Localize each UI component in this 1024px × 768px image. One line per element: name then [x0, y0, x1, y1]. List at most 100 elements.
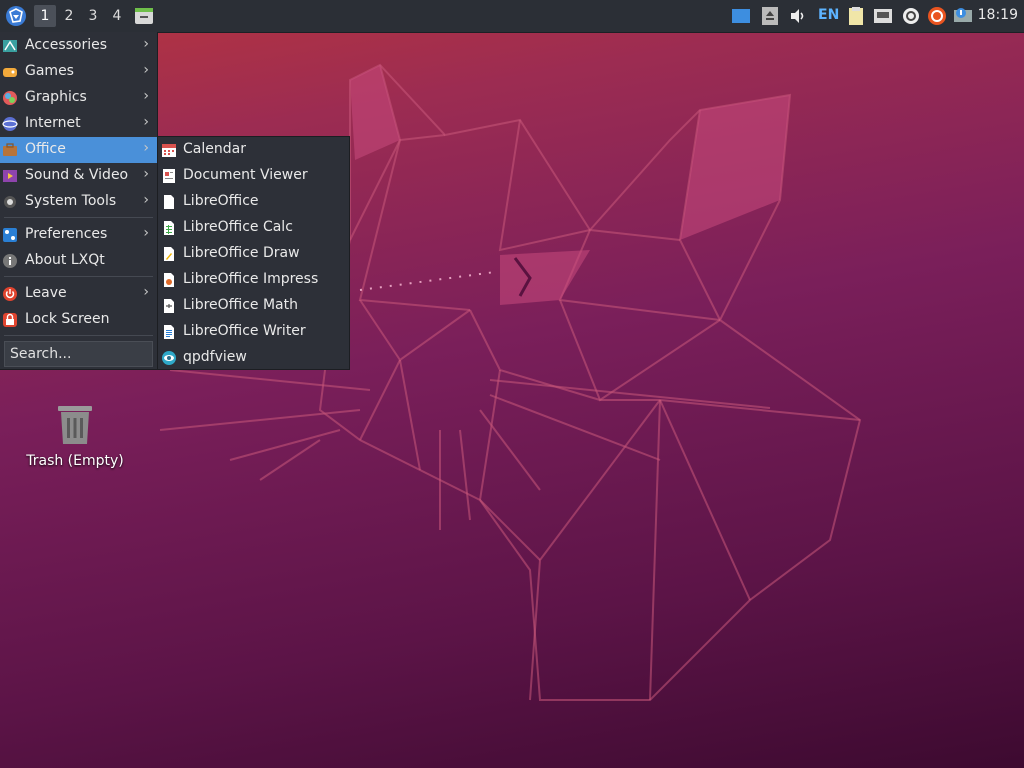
tray-screen-button[interactable]	[731, 6, 751, 26]
menu-search-input[interactable]	[5, 342, 152, 366]
calc-icon	[164, 221, 174, 235]
menu-item-label: Games	[25, 63, 74, 79]
submenu-item-label: Calendar	[183, 141, 246, 157]
menu-item-label: Lock Screen	[25, 311, 110, 327]
application-menu: Accessories › Games › Graphics › Interne…	[0, 32, 158, 370]
document-viewer-icon	[163, 169, 175, 183]
trash-icon	[58, 406, 92, 444]
workspace-2-button[interactable]: 2	[58, 5, 80, 27]
menu-item-label: Preferences	[25, 226, 108, 242]
workspace-3-button[interactable]: 3	[82, 5, 104, 27]
lxqt-logo-icon	[6, 6, 26, 26]
menu-item-preferences[interactable]: Preferences ›	[0, 222, 157, 248]
menu-item-leave[interactable]: Leave ›	[0, 281, 157, 307]
menu-item-accessories[interactable]: Accessories ›	[0, 33, 157, 59]
submenu-item-qpdfview[interactable]: qpdfview	[158, 345, 349, 371]
submenu-item-label: Document Viewer	[183, 167, 308, 183]
top-panel: 1 2 3 4 EN 18:19	[0, 0, 1024, 33]
keyboard-layout-indicator[interactable]: EN	[818, 7, 839, 23]
submenu-item-label: qpdfview	[183, 349, 247, 365]
submenu-item-label: LibreOffice Calc	[183, 219, 293, 235]
menu-separator	[4, 276, 153, 277]
submenu-item-document-viewer[interactable]: Document Viewer	[158, 163, 349, 189]
chevron-right-icon: ›	[143, 114, 149, 130]
submenu-item-libreoffice[interactable]: LibreOffice	[158, 189, 349, 215]
submenu-item-libreoffice-calc[interactable]: LibreOffice Calc	[158, 215, 349, 241]
tray-update-button[interactable]	[901, 6, 921, 26]
submenu-item-label: LibreOffice Writer	[183, 323, 306, 339]
menu-item-label: Leave	[25, 285, 67, 301]
tray-eject-button[interactable]	[760, 6, 780, 26]
menu-item-label: About LXQt	[25, 252, 105, 268]
chevron-right-icon: ›	[143, 36, 149, 52]
internet-icon	[2, 117, 18, 131]
menu-item-lock-screen[interactable]: Lock Screen	[0, 307, 157, 333]
graphics-icon	[3, 91, 17, 105]
power-icon	[3, 287, 17, 301]
sound-video-icon	[3, 170, 17, 182]
menu-item-about-lxqt[interactable]: About LXQt	[0, 248, 157, 274]
menu-item-label: Accessories	[25, 37, 108, 53]
submenu-item-libreoffice-impress[interactable]: LibreOffice Impress	[158, 267, 349, 293]
preferences-icon	[3, 228, 17, 242]
accessories-icon	[3, 40, 17, 52]
office-icon	[3, 143, 17, 156]
application-menu-button[interactable]	[5, 5, 27, 27]
info-bubble-icon	[954, 8, 972, 22]
info-icon	[3, 254, 17, 268]
menu-item-games[interactable]: Games ›	[0, 59, 157, 85]
menu-item-label: Graphics	[25, 89, 87, 105]
lock-icon	[3, 313, 17, 327]
show-desktop-button[interactable]	[133, 5, 155, 27]
menu-separator	[4, 217, 153, 218]
tray-info-button[interactable]	[953, 6, 973, 26]
submenu-item-label: LibreOffice Math	[183, 297, 298, 313]
submenu-item-label: LibreOffice Draw	[183, 245, 300, 261]
writer-icon	[164, 325, 174, 339]
screen-icon	[732, 9, 750, 23]
menu-item-graphics[interactable]: Graphics ›	[0, 85, 157, 111]
submenu-item-libreoffice-math[interactable]: LibreOffice Math	[158, 293, 349, 319]
chevron-right-icon: ›	[143, 192, 149, 208]
tray-volume-button[interactable]	[788, 6, 808, 26]
menu-separator	[4, 335, 153, 336]
submenu-item-libreoffice-writer[interactable]: LibreOffice Writer	[158, 319, 349, 345]
network-icon	[874, 9, 892, 23]
submenu-item-libreoffice-draw[interactable]: LibreOffice Draw	[158, 241, 349, 267]
panel-clock[interactable]: 18:19	[978, 7, 1018, 23]
desktop-trash[interactable]: Trash (Empty)	[25, 402, 125, 472]
tray-network-button[interactable]	[873, 6, 893, 26]
games-icon	[3, 68, 17, 77]
submenu-item-calendar[interactable]: Calendar	[158, 137, 349, 163]
chevron-right-icon: ›	[143, 166, 149, 182]
calendar-icon	[162, 144, 176, 157]
menu-item-label: System Tools	[25, 193, 117, 209]
system-tools-icon	[4, 196, 16, 208]
menu-item-office[interactable]: Office ›	[0, 137, 157, 163]
workspace-4-button[interactable]: 4	[106, 5, 128, 27]
menu-item-label: Sound & Video	[25, 167, 129, 183]
ubuntu-icon	[928, 7, 946, 25]
qpdfview-icon	[162, 351, 176, 365]
chevron-right-icon: ›	[143, 225, 149, 241]
menu-item-label: Office	[25, 141, 66, 157]
desktop-icon	[135, 8, 153, 24]
math-icon	[164, 299, 174, 313]
chevron-right-icon: ›	[143, 88, 149, 104]
menu-item-system-tools[interactable]: System Tools ›	[0, 189, 157, 215]
desktop-icon-label: Trash (Empty)	[26, 453, 124, 469]
office-submenu: Calendar Document Viewer LibreOffice Lib…	[157, 136, 350, 370]
tray-ubuntu-button[interactable]	[927, 6, 947, 26]
workspace-1-button[interactable]: 1	[34, 5, 56, 27]
chevron-right-icon: ›	[143, 140, 149, 156]
libreoffice-icon	[164, 195, 174, 209]
menu-item-internet[interactable]: Internet ›	[0, 111, 157, 137]
draw-icon	[164, 247, 174, 261]
submenu-item-label: LibreOffice	[183, 193, 259, 209]
menu-item-sound-video[interactable]: Sound & Video ›	[0, 163, 157, 189]
volume-icon	[791, 9, 804, 23]
submenu-item-label: LibreOffice Impress	[183, 271, 319, 287]
update-icon	[903, 8, 919, 24]
chevron-right-icon: ›	[143, 284, 149, 300]
tray-clipboard-button[interactable]	[846, 6, 866, 26]
